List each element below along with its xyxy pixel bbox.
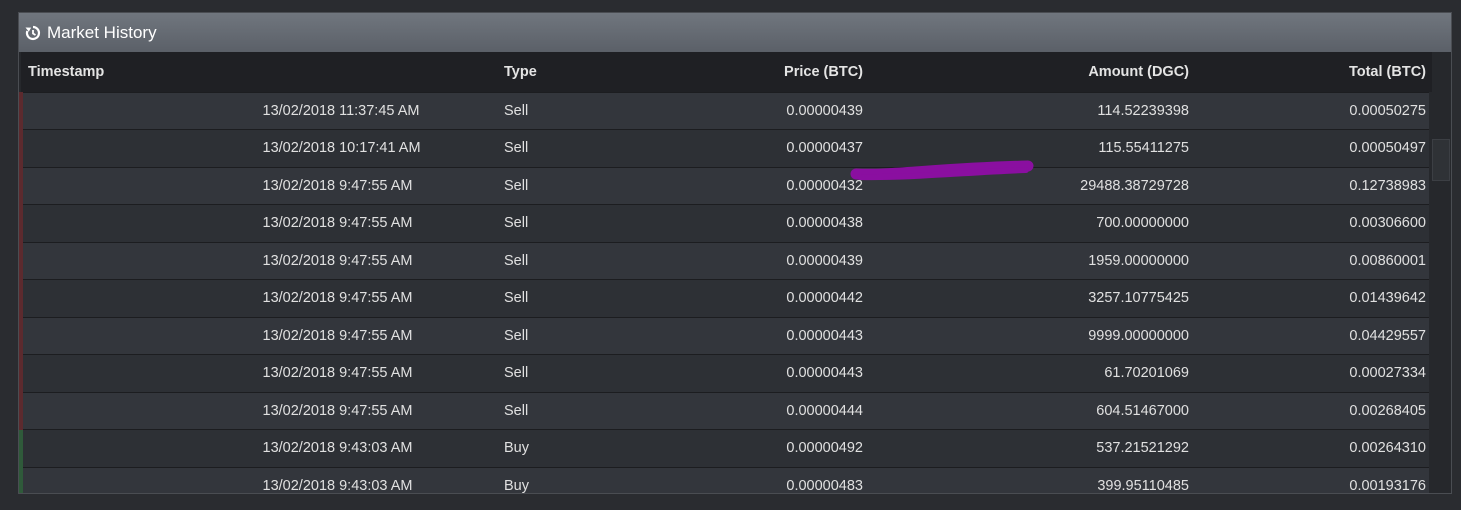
cell-amount: 114.52239398 (869, 91, 1195, 130)
cell-type: Buy (504, 466, 714, 493)
cell-amount: 1959.00000000 (869, 241, 1195, 280)
table-row[interactable]: 13/02/2018 9:47:55 AM Sell 0.00000443 61.70… (19, 354, 1432, 392)
table-row[interactable]: 13/02/2018 11:37:45 AM Sell 0.00000439 114.… (19, 91, 1432, 130)
cell-type: Sell (504, 241, 714, 280)
column-header-price[interactable]: Price (BTC) (714, 52, 869, 92)
cell-total: 0.00027334 (1195, 354, 1432, 392)
table-header-row: Timestamp Type Price (BTC) Amount (DGC) … (21, 52, 1432, 92)
cell-type: Sell (504, 354, 714, 392)
cell-total: 0.04429557 (1195, 316, 1432, 355)
cell-timestamp: 13/02/2018 9:43:03 AM (262, 429, 504, 467)
cell-timestamp: 13/02/2018 11:37:45 AM (262, 91, 504, 130)
cell-timestamp: 13/02/2018 9:47:55 AM (262, 166, 504, 205)
trade-side-marker (19, 129, 263, 167)
table-row[interactable]: 13/02/2018 9:47:55 AM Sell 0.00000439 1959.… (19, 241, 1432, 280)
cell-total: 0.00193176 (1195, 466, 1432, 493)
panel-title: Market History (47, 22, 157, 42)
cell-price: 0.00000492 (714, 429, 869, 467)
cell-amount: 61.70201069 (869, 354, 1195, 392)
trade-side-marker (19, 391, 263, 430)
trade-side-marker (19, 316, 263, 355)
cell-timestamp: 13/02/2018 9:47:55 AM (262, 204, 504, 242)
column-header-timestamp[interactable]: Timestamp (21, 52, 504, 92)
cell-timestamp: 13/02/2018 9:47:55 AM (262, 391, 504, 430)
cell-timestamp: 13/02/2018 9:47:55 AM (262, 354, 504, 392)
table-container: Timestamp Type Price (BTC) Amount (DGC) … (19, 52, 1451, 493)
cell-type: Sell (504, 129, 714, 167)
trade-side-marker (19, 166, 263, 205)
cell-timestamp: 13/02/2018 10:17:41 AM (262, 129, 504, 167)
cell-type: Buy (504, 429, 714, 467)
cell-type: Sell (504, 279, 714, 317)
cell-price: 0.00000432 (714, 166, 869, 205)
cell-amount: 115.55411275 (869, 129, 1195, 167)
table-row[interactable]: 13/02/2018 9:43:03 AM Buy 0.00000483 399.95… (19, 466, 1432, 493)
cell-amount: 9999.00000000 (869, 316, 1195, 355)
cell-price: 0.00000439 (714, 241, 869, 280)
vertical-scrollbar[interactable] (1429, 92, 1451, 493)
cell-total: 0.01439642 (1195, 279, 1432, 317)
cell-timestamp: 13/02/2018 9:47:55 AM (262, 279, 504, 317)
cell-timestamp: 13/02/2018 9:43:03 AM (262, 466, 504, 493)
column-header-total[interactable]: Total (BTC) (1195, 52, 1432, 92)
cell-price: 0.00000443 (714, 354, 869, 392)
cell-price: 0.00000437 (714, 129, 869, 167)
cell-price: 0.00000439 (714, 91, 869, 130)
column-header-type[interactable]: Type (504, 52, 714, 92)
table-row[interactable]: 13/02/2018 9:47:55 AM Sell 0.00000432 29488… (19, 166, 1432, 205)
cell-type: Sell (504, 391, 714, 430)
cell-type: Sell (504, 166, 714, 205)
cell-type: Sell (504, 316, 714, 355)
cell-total: 0.12738983 (1195, 166, 1432, 205)
trade-side-marker (19, 354, 263, 392)
cell-price: 0.00000483 (714, 466, 869, 493)
trade-side-marker (19, 91, 263, 130)
column-header-amount[interactable]: Amount (DGC) (869, 52, 1195, 92)
cell-price: 0.00000443 (714, 316, 869, 355)
cell-price: 0.00000438 (714, 204, 869, 242)
cell-amount: 3257.10775425 (869, 279, 1195, 317)
table-row[interactable]: 13/02/2018 9:47:55 AM Sell 0.00000443 9999.… (19, 316, 1432, 355)
cell-amount: 604.51467000 (869, 391, 1195, 430)
cell-total: 0.00860001 (1195, 241, 1432, 280)
cell-price: 0.00000444 (714, 391, 869, 430)
cell-total: 0.00050275 (1195, 91, 1432, 130)
trade-side-marker (19, 466, 263, 493)
cell-amount: 537.21521292 (869, 429, 1195, 467)
market-history-panel: Market History Timestamp Type Price (BTC… (18, 12, 1452, 494)
cell-amount: 700.00000000 (869, 204, 1195, 242)
panel-header: Market History (19, 13, 1451, 52)
history-icon (25, 25, 41, 41)
trade-side-marker (19, 279, 263, 317)
cell-total: 0.00050497 (1195, 129, 1432, 167)
cell-amount: 29488.38729728 (869, 166, 1195, 205)
cell-type: Sell (504, 204, 714, 242)
cell-total: 0.00306600 (1195, 204, 1432, 242)
trade-side-marker (19, 241, 263, 280)
table-row[interactable]: 13/02/2018 9:43:03 AM Buy 0.00000492 537.21… (19, 429, 1432, 467)
trade-side-marker (19, 429, 263, 467)
trade-side-marker (19, 204, 263, 242)
cell-total: 0.00264310 (1195, 429, 1432, 467)
cell-amount: 399.95110485 (869, 466, 1195, 493)
table-row[interactable]: 13/02/2018 9:47:55 AM Sell 0.00000438 700.0… (19, 204, 1432, 242)
table-row[interactable]: 13/02/2018 9:47:55 AM Sell 0.00000442 3257.… (19, 279, 1432, 317)
cell-price: 0.00000442 (714, 279, 869, 317)
cell-timestamp: 13/02/2018 9:47:55 AM (262, 241, 504, 280)
scrollbar-thumb[interactable] (1432, 139, 1450, 181)
cell-total: 0.00268405 (1195, 391, 1432, 430)
market-history-table: Timestamp Type Price (BTC) Amount (DGC) … (19, 52, 1432, 493)
cell-timestamp: 13/02/2018 9:47:55 AM (262, 316, 504, 355)
table-row[interactable]: 13/02/2018 9:47:55 AM Sell 0.00000444 604.5… (19, 391, 1432, 430)
table-row[interactable]: 13/02/2018 10:17:41 AM Sell 0.00000437 115.… (19, 129, 1432, 167)
cell-type: Sell (504, 91, 714, 130)
